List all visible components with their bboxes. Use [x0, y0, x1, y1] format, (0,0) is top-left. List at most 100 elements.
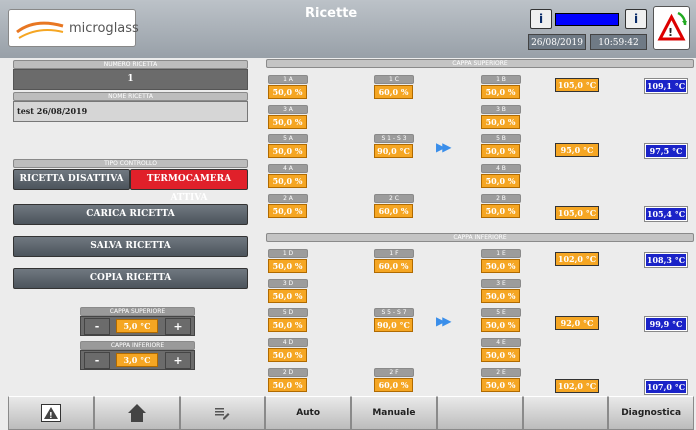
upper-actual-3: 105,4 °C: [644, 206, 688, 222]
home-icon: [127, 403, 146, 422]
nav-empty-button-1[interactable]: [436, 396, 523, 430]
svg-text:!: !: [49, 411, 53, 420]
lower-actual-1: 108,3 °C: [644, 252, 688, 268]
upper-setpoint-2[interactable]: 95,0 °C: [555, 143, 599, 157]
zone-5b-label: 5 B: [481, 134, 521, 143]
zone-3a-value[interactable]: 50,0 %: [268, 115, 307, 129]
zone-4e-value[interactable]: 50,0 %: [481, 348, 520, 362]
alarm-button[interactable]: !: [653, 6, 690, 50]
zone-5a-label: 5 A: [268, 134, 308, 143]
zone-1b-value[interactable]: 50,0 %: [481, 85, 520, 99]
lower-setpoint-1[interactable]: 102,0 °C: [555, 252, 599, 266]
zone-2f-value[interactable]: 60,0 %: [374, 378, 413, 392]
zone-1d-value[interactable]: 50,0 %: [268, 259, 307, 273]
zone-3d-label: 3 D: [268, 279, 308, 288]
nav-empty-button-2[interactable]: [522, 396, 609, 430]
zone-2b-label: 2 B: [481, 194, 521, 203]
zone-s1-s3-label: S 1 - S 3: [374, 134, 414, 143]
header-bar: microglass Ricette i i 26/08/2019 10:59:…: [0, 0, 696, 58]
zone-2a-value[interactable]: 50,0 %: [268, 204, 307, 218]
zone-5e-label: 5 E: [481, 308, 521, 317]
zone-4b-label: 4 B: [481, 164, 521, 173]
cappa-inferiore-stepper: - 3,0 °C +: [80, 350, 195, 370]
zone-3b-label: 3 B: [481, 105, 521, 114]
upper-setpoint-1[interactable]: 105,0 °C: [555, 78, 599, 92]
zone-2d-value[interactable]: 50,0 %: [268, 378, 307, 392]
zone-2c-value[interactable]: 60,0 %: [374, 204, 413, 218]
nav-manuale-button[interactable]: Manuale: [351, 396, 437, 430]
cappa-inferiore-minus-button[interactable]: -: [84, 352, 110, 369]
zone-5d-label: 5 D: [268, 308, 308, 317]
time-display: 10:59:42: [590, 34, 647, 50]
zone-4a-label: 4 A: [268, 164, 308, 173]
lower-setpoint-3[interactable]: 102,0 °C: [555, 379, 599, 393]
bottom-nav: ! Auto Manuale Diagnostica: [8, 396, 694, 430]
cappa-superiore-header: CAPPA SUPERIORE: [266, 59, 694, 68]
zone-2c-label: 2 C: [374, 194, 414, 203]
zone-1c-value[interactable]: 60,0 %: [374, 85, 413, 99]
nav-auto-button[interactable]: Auto: [265, 396, 351, 430]
info-icon[interactable]: i: [625, 9, 647, 29]
zone-2a-label: 2 A: [268, 194, 308, 203]
zone-3e-value[interactable]: 50,0 %: [481, 289, 520, 303]
cappa-inferiore-step-label: CAPPA INFERIORE: [80, 341, 195, 350]
alarm-warning-icon: !: [657, 11, 687, 41]
upper-actual-2: 97,5 °C: [644, 143, 688, 159]
upper-setpoint-3[interactable]: 105,0 °C: [555, 206, 599, 220]
zone-s1-s3-value[interactable]: 90,0 °C: [374, 144, 413, 158]
zone-3d-value[interactable]: 50,0 %: [268, 289, 307, 303]
carica-ricetta-button[interactable]: CARICA RICETTA: [13, 204, 248, 225]
zone-5e-value[interactable]: 50,0 %: [481, 318, 520, 332]
cappa-inferiore-plus-button[interactable]: +: [165, 352, 191, 369]
zone-3a-label: 3 A: [268, 105, 308, 114]
zone-4d-value[interactable]: 50,0 %: [268, 348, 307, 362]
logo-swoosh-icon: [16, 21, 64, 39]
zone-5b-value[interactable]: 50,0 %: [481, 144, 520, 158]
salva-ricetta-button[interactable]: SALVA RICETTA: [13, 236, 248, 257]
nome-ricetta-label: NOME RICETTA: [13, 92, 248, 101]
termocamera-attiva-button[interactable]: TERMOCAMERA ATTIVA: [130, 169, 248, 203]
cappa-superiore-offset-value[interactable]: 5,0 °C: [116, 319, 158, 333]
cappa-inferiore-header: CAPPA INFERIORE: [266, 233, 694, 242]
nav-home-button[interactable]: [93, 396, 180, 430]
numero-ricetta-label: NUMERO RICETTA: [13, 60, 248, 69]
copia-ricetta-button[interactable]: COPIA RICETTA: [13, 268, 248, 289]
zone-3b-value[interactable]: 50,0 %: [481, 115, 520, 129]
zone-2e-value[interactable]: 50,0 %: [481, 378, 520, 392]
zone-1a-label: 1 A: [268, 75, 308, 84]
zone-5d-value[interactable]: 50,0 %: [268, 318, 307, 332]
nome-ricetta-field[interactable]: test 26/08/2019: [13, 101, 248, 122]
upper-actual-1: 109,1 °C: [644, 78, 688, 94]
zone-2b-value[interactable]: 50,0 %: [481, 204, 520, 218]
lower-setpoint-2[interactable]: 92,0 °C: [555, 316, 599, 330]
operator-info-icon[interactable]: i: [530, 9, 552, 29]
svg-text:!: !: [668, 26, 673, 39]
cappa-inferiore-offset-value[interactable]: 3,0 °C: [116, 353, 158, 367]
cappa-superiore-stepper: - 5,0 °C +: [80, 316, 195, 336]
flow-arrow-icon: ▶▶: [436, 140, 452, 154]
cappa-superiore-plus-button[interactable]: +: [165, 318, 191, 335]
zone-1f-value[interactable]: 60,0 %: [374, 259, 413, 273]
alarm-icon: !: [40, 403, 61, 422]
microglass-logo: microglass: [8, 9, 139, 47]
cappa-superiore-step-label: CAPPA SUPERIORE: [80, 307, 195, 316]
zone-2d-label: 2 D: [268, 368, 308, 377]
numero-ricetta-field[interactable]: 1: [13, 69, 248, 90]
page-title: Ricette: [305, 6, 358, 21]
zone-1d-label: 1 D: [268, 249, 308, 258]
zone-2e-label: 2 E: [481, 368, 521, 377]
zone-1e-value[interactable]: 50,0 %: [481, 259, 520, 273]
zone-s5-s7-value[interactable]: 90,0 °C: [374, 318, 413, 332]
flow-arrow-icon: ▶▶: [436, 314, 452, 328]
zone-1a-value[interactable]: 50,0 %: [268, 85, 307, 99]
zone-4a-value[interactable]: 50,0 %: [268, 174, 307, 188]
nav-diagnostica-button[interactable]: Diagnostica: [608, 396, 694, 430]
zone-4b-value[interactable]: 50,0 %: [481, 174, 520, 188]
cappa-superiore-minus-button[interactable]: -: [84, 318, 110, 335]
nav-alarm-button[interactable]: !: [8, 396, 94, 430]
nav-list-button[interactable]: [179, 396, 266, 430]
zone-1c-label: 1 C: [374, 75, 414, 84]
zone-5a-value[interactable]: 50,0 %: [268, 144, 307, 158]
ricetta-disattiva-button[interactable]: RICETTA DISATTIVA: [13, 169, 130, 190]
date-display: 26/08/2019: [528, 34, 586, 50]
